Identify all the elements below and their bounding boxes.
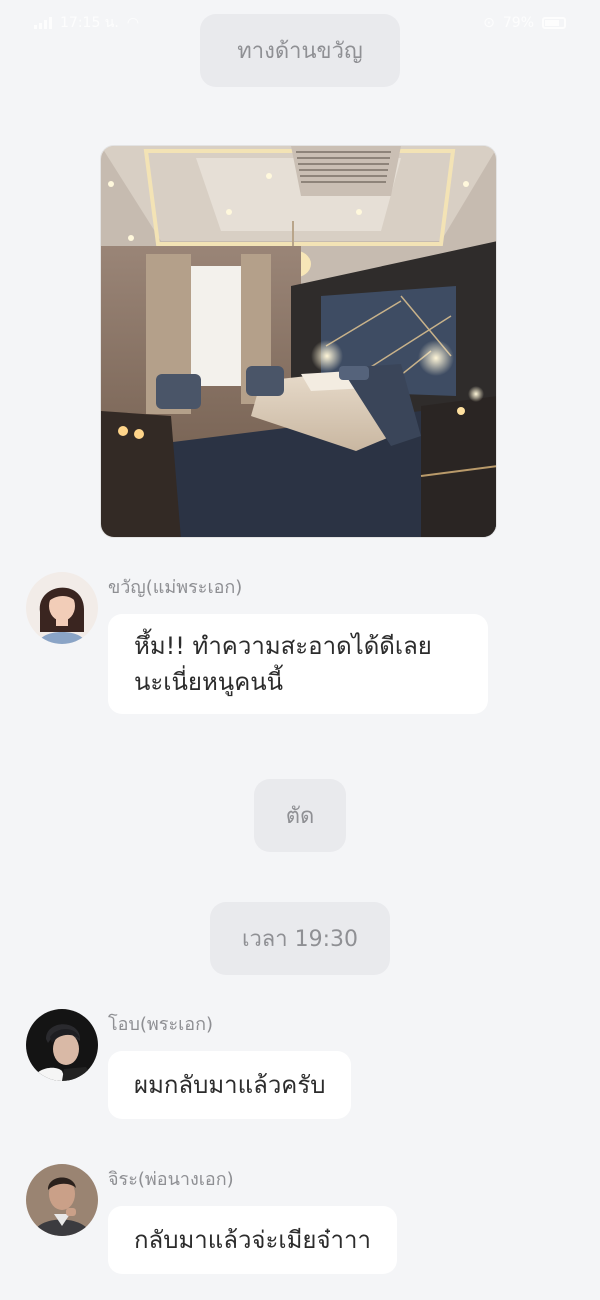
message-bubble[interactable]: หึ้ม!! ทำความสะอาดได้ดีเลย นะเนี่ยหนูคนน… — [108, 614, 488, 714]
message-bubble[interactable]: ผมกลับมาแล้วครับ — [108, 1051, 352, 1119]
battery-level: 79% — [502, 15, 534, 31]
message-text-line: นะเนี่ยหนูคนนี้ — [134, 668, 284, 696]
avatar-male-icon — [26, 1164, 98, 1236]
scene-notice-pill: ทางด้านขวัญ — [200, 14, 400, 87]
status-right: ⊙ 79% — [483, 15, 566, 31]
cut-notice-text: ตัด — [285, 804, 315, 829]
time-notice-text: เวลา 19:30 — [241, 927, 359, 952]
battery-icon — [542, 17, 566, 29]
message-row: ขวัญ(แม่พระเอก) หึ้ม!! ทำความสะอาดได้ดีเ… — [26, 572, 586, 722]
avatar[interactable] — [26, 1164, 98, 1236]
time-notice-pill: เวลา 19:30 — [210, 902, 390, 975]
avatar[interactable] — [26, 1009, 98, 1081]
message-text-line: หึ้ม!! ทำความสะอาดได้ดีเลย — [134, 632, 432, 660]
signal-icon — [34, 17, 52, 29]
wifi-icon: ◠ — [126, 15, 140, 31]
status-time: 17:15 น. — [60, 15, 119, 31]
sender-name: จิระ(พ่อนางเอก) — [108, 1169, 234, 1190]
sender-name: ขวัญ(แม่พระเอก) — [108, 577, 243, 598]
sender-name: โอบ(พระเอก) — [108, 1014, 214, 1035]
alarm-icon: ⊙ — [483, 15, 495, 31]
status-left: 17:15 น. ◠ — [34, 12, 139, 34]
bedroom-illustration — [101, 146, 496, 537]
message-row: จิระ(พ่อนางเอก) กลับมาแล้วจ่ะเมียจ๋าาา — [26, 1164, 586, 1284]
message-bubble[interactable]: กลับมาแล้วจ่ะเมียจ๋าาา — [108, 1206, 397, 1274]
avatar[interactable] — [26, 572, 98, 644]
scene-notice-text: ทางด้านขวัญ — [237, 39, 363, 64]
avatar-male-icon — [26, 1009, 98, 1081]
message-text: ผมกลับมาแล้วครับ — [134, 1071, 326, 1099]
bedroom-photo[interactable] — [100, 145, 497, 538]
message-text: กลับมาแล้วจ่ะเมียจ๋าาา — [134, 1226, 371, 1254]
avatar-female-icon — [26, 572, 98, 644]
message-row: โอบ(พระเอก) ผมกลับมาแล้วครับ — [26, 1009, 586, 1129]
cut-notice-pill: ตัด — [254, 779, 346, 852]
